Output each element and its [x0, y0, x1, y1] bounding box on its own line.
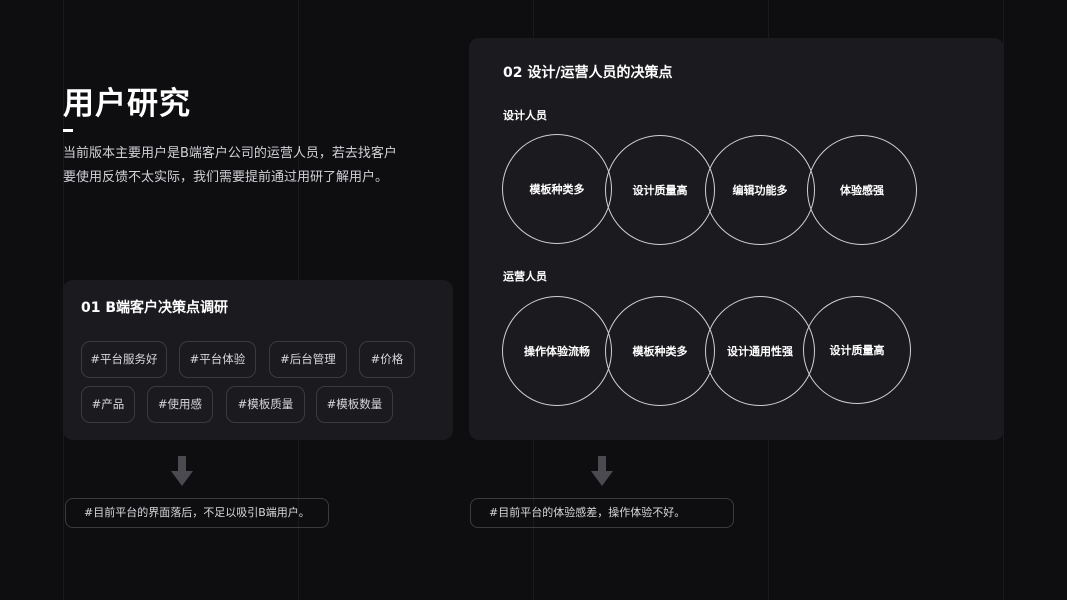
decision-circle: 模板种类多: [502, 134, 612, 244]
b-client-research-card: 01 B端客户决策点调研 #平台服务好 #平台体验 #后台管理 #价格 #产品 …: [63, 280, 453, 440]
group-label-operator: 运营人员: [503, 270, 547, 283]
description-line: 当前版本主要用户是B端客户公司的运营人员，若去找客户: [63, 146, 397, 161]
page-title: 用户研究: [63, 86, 191, 122]
tag-chip: #平台体验: [179, 341, 256, 378]
decision-circle: 设计质量高: [605, 135, 715, 245]
card-title: 02 设计/运营人员的决策点: [503, 65, 673, 81]
page-description: 当前版本主要用户是B端客户公司的运营人员，若去找客户 要使用反馈不太实际，我们需…: [63, 142, 423, 190]
title-underline: [63, 129, 73, 132]
decision-circle: 编辑功能多: [705, 135, 815, 245]
decision-circle: 设计通用性强: [705, 296, 815, 406]
tag-chip: #模板数量: [316, 386, 393, 423]
decision-circle: 设计质量高: [803, 296, 911, 404]
decision-circle: 操作体验流畅: [502, 296, 612, 406]
card-title: 01 B端客户决策点调研: [81, 300, 229, 316]
designer-operator-decision-card: 02 设计/运营人员的决策点 设计人员 模板种类多 设计质量高 编辑功能多 体验…: [469, 38, 1004, 440]
down-arrow-icon: [171, 456, 193, 486]
tag-chip: #模板质量: [226, 386, 305, 423]
tag-chip: #产品: [81, 386, 135, 423]
down-arrow-icon: [591, 456, 613, 486]
left-conclusion: #目前平台的界面落后，不足以吸引B端用户。: [65, 498, 329, 528]
decision-circle: 体验感强: [807, 135, 917, 245]
decision-circle: 模板种类多: [605, 296, 715, 406]
group-label-designer: 设计人员: [503, 109, 547, 122]
description-line: 要使用反馈不太实际，我们需要提前通过用研了解用户。: [63, 170, 389, 185]
tag-chip: #平台服务好: [81, 341, 167, 378]
tag-chip: #价格: [359, 341, 415, 378]
tag-chip: #使用感: [147, 386, 213, 423]
right-conclusion: #目前平台的体验感差，操作体验不好。: [470, 498, 734, 528]
tag-chip: #后台管理: [269, 341, 347, 378]
